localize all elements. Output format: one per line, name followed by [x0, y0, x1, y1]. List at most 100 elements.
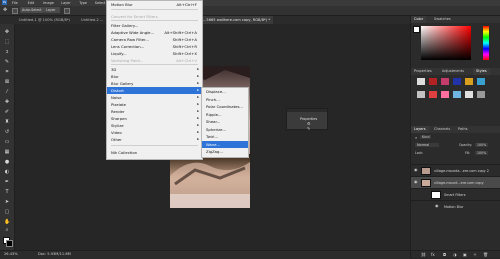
filter-menu-item[interactable]: Vanishing Point... Alt+Ctrl+V	[107, 57, 202, 64]
filter-menu-item[interactable]: Sharpen ▸	[107, 115, 202, 122]
menu-item-label: Blur Gallery	[111, 81, 134, 86]
tab-layers[interactable]: Layers	[411, 126, 429, 133]
tab-properties[interactable]: Properties	[411, 68, 435, 75]
color-picker-field[interactable]	[421, 26, 471, 60]
background-color-swatch[interactable]	[6, 240, 13, 247]
fx-icon[interactable]: fx	[431, 252, 435, 257]
transform-controls-checkbox[interactable]	[64, 8, 70, 14]
healing-brush-icon[interactable]: ✚	[4, 100, 10, 105]
tab-paths[interactable]: Paths	[455, 126, 471, 133]
fill-value[interactable]: 100%	[475, 151, 489, 155]
adjustment-layer-icon[interactable]: ◑	[453, 252, 457, 257]
distort-menu-item[interactable]: ZigZag...	[202, 148, 248, 155]
filter-row[interactable]: ◉ Motion Blur	[411, 200, 500, 212]
filter-menu-item[interactable]: Nik Collection	[107, 149, 202, 156]
submenu-arrow-icon: ▸	[197, 102, 199, 106]
styles-grid[interactable]	[417, 78, 497, 112]
dodge-tool-icon[interactable]: ◐	[4, 170, 10, 175]
visibility-eye-icon[interactable]: ◉	[414, 168, 418, 172]
layer-dropdown[interactable]: Layer	[44, 7, 60, 13]
filter-menu-item[interactable]: Motion Blur Alt+Ctrl+F	[107, 1, 202, 8]
eraser-tool-icon[interactable]: ▭	[4, 140, 10, 145]
marquee-tool-icon[interactable]: ⬚	[4, 40, 10, 45]
quick-select-tool-icon[interactable]: ✎	[4, 60, 10, 65]
smart-filters-row[interactable]: Smart Filters	[411, 188, 500, 200]
blur-tool-icon[interactable]: ●	[4, 160, 10, 165]
filter-menu-item[interactable]: 3D ▸	[107, 66, 202, 73]
tab-untitled-2[interactable]: Untitled-2 ...	[78, 16, 106, 24]
auto-select-checkbox[interactable]	[12, 8, 18, 14]
tab-untitled-1[interactable]: Untitled-1 @ 100% (RGB/8*)	[16, 16, 73, 24]
distort-menu-item[interactable]: Twirl...	[202, 133, 248, 140]
frame-tool-icon[interactable]: ⊠	[4, 80, 10, 85]
opacity-label: Opacity:	[459, 143, 473, 147]
filter-menu-item[interactable]: Distort ▸	[107, 87, 202, 94]
filter-menu-item[interactable]: Video ▸	[107, 129, 202, 136]
crop-tool-icon[interactable]: ⌗	[4, 70, 10, 75]
tab-color[interactable]: Color	[411, 16, 427, 23]
distort-menu-item[interactable]: Displace...	[202, 88, 248, 95]
folder-icon[interactable]: ▣	[463, 252, 467, 257]
distort-menu-item[interactable]: Shear...	[202, 118, 248, 125]
tab-adjustments[interactable]: Adjustments	[439, 68, 467, 75]
visibility-eye-icon[interactable]: ◉	[414, 180, 418, 184]
filter-menu-item[interactable]: Blur Gallery ▸	[107, 80, 202, 87]
layer-row-selected[interactable]: ◉ village-mount...ere.com copy	[411, 176, 500, 188]
pen-tool-icon[interactable]: ✒	[4, 180, 10, 185]
history-brush-icon[interactable]: ↺	[4, 130, 10, 135]
filter-menu-item[interactable]: Camera Raw Filter... Shift+Ctrl+A	[107, 36, 202, 43]
opacity-value[interactable]: 100%	[475, 143, 489, 147]
menu-item-label: Pixelate	[111, 102, 126, 107]
filter-menu-item[interactable]: Render ▸	[107, 108, 202, 115]
brush-tool-icon[interactable]: ✐	[4, 110, 10, 115]
hue-slider[interactable]	[483, 26, 489, 60]
zoom-tool-icon[interactable]: ⌕	[4, 228, 10, 233]
tab-styles[interactable]: Styles	[473, 68, 490, 75]
lock-label: Lock:	[415, 151, 424, 155]
move-tool-icon[interactable]: ✥	[3, 7, 7, 13]
move-tool-icon[interactable]: ✥	[4, 30, 10, 35]
tab-active-document[interactable]: ...5665 wallhere.com copy, RGB/8*) *	[200, 16, 274, 24]
rectangle-tool-icon[interactable]: ▢	[4, 210, 10, 215]
fg-color-preview[interactable]	[413, 26, 420, 33]
filter-menu-item[interactable]: Filter Gallery...	[107, 22, 202, 29]
distort-menu-item[interactable]: Spherize...	[202, 126, 248, 133]
fill-label: Fill:	[465, 151, 471, 155]
visibility-eye-icon[interactable]: ◉	[435, 204, 439, 208]
filter-menu-item[interactable]: Stylize ▸	[107, 122, 202, 129]
tab-swatches[interactable]: Swatches	[431, 16, 454, 23]
tab-channels[interactable]: Channels	[431, 126, 453, 133]
filter-menu-item[interactable]: Other ▸	[107, 136, 202, 143]
kind-dropdown[interactable]: Kind	[420, 135, 432, 139]
distort-menu-item[interactable]: Polar Coordinates...	[202, 103, 248, 110]
path-select-icon[interactable]: ➤	[4, 200, 10, 205]
filter-menu-item[interactable]: Pixelate ▸	[107, 101, 202, 108]
filter-menu-item[interactable]: Liquify... Shift+Ctrl+X	[107, 50, 202, 57]
gradient-tool-icon[interactable]: ▦	[4, 150, 10, 155]
link-icon[interactable]: ⛓	[421, 252, 426, 257]
filter-menu-item[interactable]: Adaptive Wide Angle... Alt+Shift+Ctrl+A	[107, 29, 202, 36]
hand-tool-icon[interactable]: ✋	[4, 220, 10, 225]
type-tool-icon[interactable]: T	[4, 190, 10, 195]
photoshop-logo[interactable]: Ps	[2, 0, 7, 5]
mask-icon[interactable]: ◘	[443, 252, 446, 257]
clone-stamp-icon[interactable]: ♜	[4, 120, 10, 125]
adjustment-icon[interactable]: ✎	[307, 126, 310, 131]
lasso-tool-icon[interactable]: ↄ	[4, 50, 10, 55]
menu-item-label: Blur	[111, 74, 119, 79]
zoom-level[interactable]: 26.43%	[4, 252, 18, 256]
menu-item-label: Motion Blur	[111, 2, 133, 7]
distort-menu-item[interactable]: Pinch...	[202, 96, 248, 103]
distort-menu-item[interactable]: Wave...	[202, 140, 248, 148]
blend-mode-dropdown[interactable]: Normal	[415, 143, 439, 147]
filter-menu-item[interactable]: Lens Correction... Shift+Ctrl+R	[107, 43, 202, 50]
eyedropper-tool-icon[interactable]: ⁄	[4, 90, 10, 95]
filter-menu-item[interactable]: Noise ▸	[107, 94, 202, 101]
filter-menu-item[interactable]: Convert for Smart Filters	[107, 13, 202, 20]
filter-menu-item[interactable]: Blur ▸	[107, 73, 202, 80]
trash-icon[interactable]: 🗑	[483, 252, 488, 257]
layer-row[interactable]: ◉ village-mounta...ere.com copy 2	[411, 164, 500, 176]
new-layer-icon[interactable]: ＋	[473, 252, 477, 258]
menu-item-label: Noise	[111, 95, 122, 100]
distort-menu-item[interactable]: Ripple...	[202, 111, 248, 118]
